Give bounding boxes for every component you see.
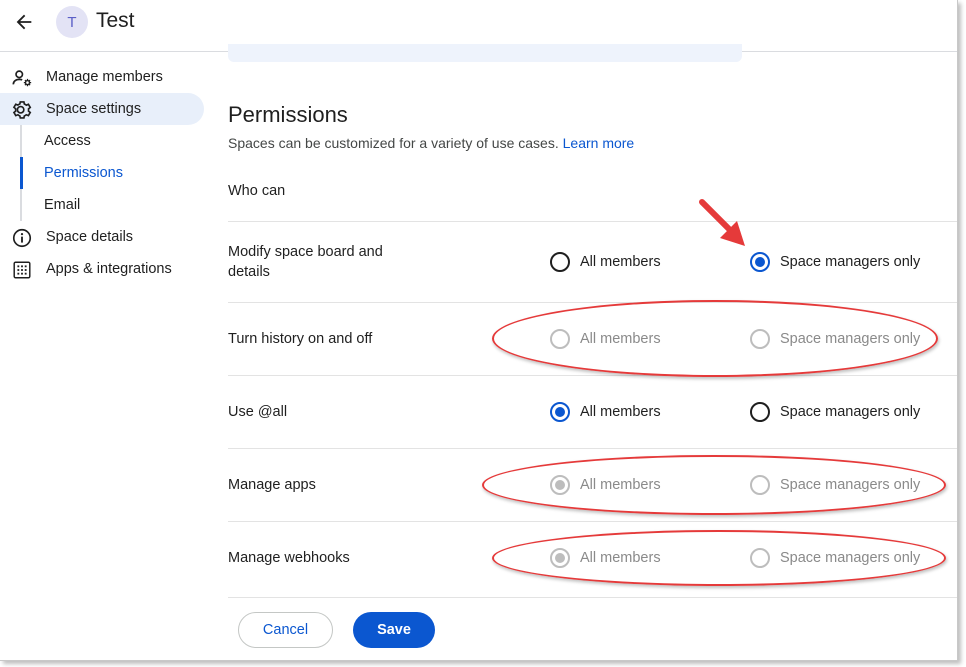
apps-grid-icon	[11, 259, 33, 281]
divider	[228, 302, 957, 303]
manage-members-icon	[11, 67, 33, 89]
info-icon	[11, 227, 33, 249]
cancel-button[interactable]: Cancel	[238, 612, 333, 648]
option-label: Space managers only	[780, 477, 921, 493]
option-label: Space managers only	[780, 254, 921, 270]
option-label: All members	[580, 477, 661, 493]
option-label: All members	[580, 404, 661, 420]
sidebar-item-label: Space details	[46, 229, 134, 245]
permission-label-modify-board: Modify space board and details	[228, 244, 383, 280]
radio-manage-webhooks-managers-only[interactable]	[750, 548, 770, 568]
back-arrow-icon[interactable]	[10, 8, 38, 36]
page-title: Permissions	[228, 102, 348, 127]
option-label: All members	[580, 331, 661, 347]
save-button[interactable]: Save	[353, 612, 435, 648]
sidebar-subitem-label: Email	[44, 197, 81, 213]
sidebar-subitem-access[interactable]: Access	[20, 125, 200, 157]
radio-use-all-all-members[interactable]	[550, 402, 570, 422]
footer-divider	[228, 597, 957, 598]
radio-history-all-members[interactable]	[550, 329, 570, 349]
sidebar-item-label: Manage members	[46, 69, 163, 85]
radio-manage-apps-all-members[interactable]	[550, 475, 570, 495]
radio-modify-board-all-members[interactable]	[550, 252, 570, 272]
sidebar-item-apps-integrations[interactable]: Apps & integrations	[0, 253, 204, 285]
option-label: Space managers only	[780, 331, 921, 347]
info-banner	[228, 44, 742, 62]
radio-manage-apps-managers-only[interactable]	[750, 475, 770, 495]
sidebar-item-label: Space settings	[46, 101, 142, 117]
sidebar-subitem-email[interactable]: Email	[20, 189, 200, 221]
subtitle-text: Spaces can be customized for a variety o…	[228, 135, 559, 151]
sidebar-item-space-settings[interactable]: Space settings	[0, 93, 204, 125]
learn-more-link[interactable]: Learn more	[563, 135, 635, 151]
space-avatar: T	[56, 6, 88, 38]
divider	[228, 375, 957, 376]
permission-label-manage-apps: Manage apps	[228, 477, 316, 493]
sidebar: Manage members Space settings Access Per…	[0, 53, 210, 660]
divider	[228, 221, 957, 222]
sidebar-item-label: Apps & integrations	[46, 261, 172, 277]
permission-label-manage-webhooks: Manage webhooks	[228, 550, 350, 566]
option-label: All members	[580, 254, 661, 270]
annotation-arrow-icon	[699, 199, 745, 246]
sidebar-subitem-permissions[interactable]: Permissions	[20, 157, 200, 189]
option-label: Space managers only	[780, 550, 921, 566]
space-name: Test	[96, 9, 135, 32]
option-label: All members	[580, 550, 661, 566]
app-window: T Test Manage members Space settings Acc…	[0, 0, 958, 661]
who-can-header: Who can	[228, 183, 286, 199]
page-subtitle: Spaces can be customized for a variety o…	[228, 135, 634, 151]
sidebar-item-manage-members[interactable]: Manage members	[0, 61, 204, 93]
radio-use-all-managers-only[interactable]	[750, 402, 770, 422]
sidebar-item-space-details[interactable]: Space details	[0, 221, 204, 253]
permission-label-history: Turn history on and off	[228, 331, 373, 347]
divider	[228, 448, 957, 449]
sidebar-subitem-label: Permissions	[44, 165, 123, 181]
divider	[228, 521, 957, 522]
gear-icon	[11, 99, 33, 121]
option-label: Space managers only	[780, 404, 921, 420]
radio-history-managers-only[interactable]	[750, 329, 770, 349]
sidebar-subitem-label: Access	[44, 133, 91, 149]
radio-manage-webhooks-all-members[interactable]	[550, 548, 570, 568]
permission-label-use-all: Use @all	[228, 404, 288, 420]
